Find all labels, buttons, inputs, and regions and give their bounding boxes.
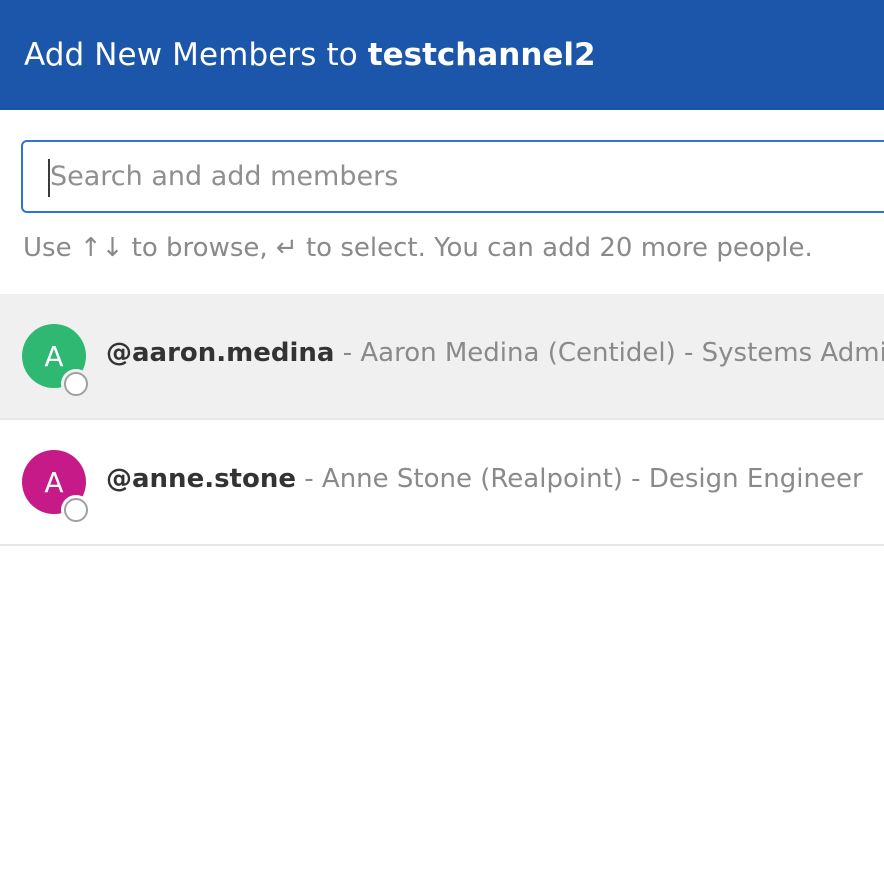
offline-status-icon: [64, 372, 88, 396]
username: @anne.stone: [106, 464, 296, 494]
offline-status-icon: [64, 498, 88, 522]
user-suggestion-list: A @aaron.medina - Aaron Medina (Centidel…: [0, 294, 884, 546]
user-details: - Aaron Medina (Centidel) - Systems Admi…: [342, 338, 884, 368]
search-field[interactable]: [21, 140, 884, 213]
help-text: Use ↑↓ to browse, ↵ to select. You can a…: [23, 233, 813, 263]
modal-header: Add New Members to testchannel2: [0, 0, 884, 110]
user-text: @aaron.medina - Aaron Medina (Centidel) …: [106, 338, 884, 368]
user-row-aaron-medina[interactable]: A @aaron.medina - Aaron Medina (Centidel…: [0, 294, 884, 420]
text-cursor: [48, 159, 50, 197]
channel-name: testchannel2: [367, 37, 596, 73]
user-row-anne-stone[interactable]: A @anne.stone - Anne Stone (Realpoint) -…: [0, 420, 884, 546]
modal-title: Add New Members to: [24, 37, 358, 73]
search-input[interactable]: [23, 142, 884, 211]
username: @aaron.medina: [106, 338, 335, 368]
user-text: @anne.stone - Anne Stone (Realpoint) - D…: [106, 464, 863, 494]
user-details: - Anne Stone (Realpoint) - Design Engine…: [296, 464, 863, 494]
add-members-modal: Add New Members to testchannel2 Use ↑↓ t…: [0, 0, 884, 884]
